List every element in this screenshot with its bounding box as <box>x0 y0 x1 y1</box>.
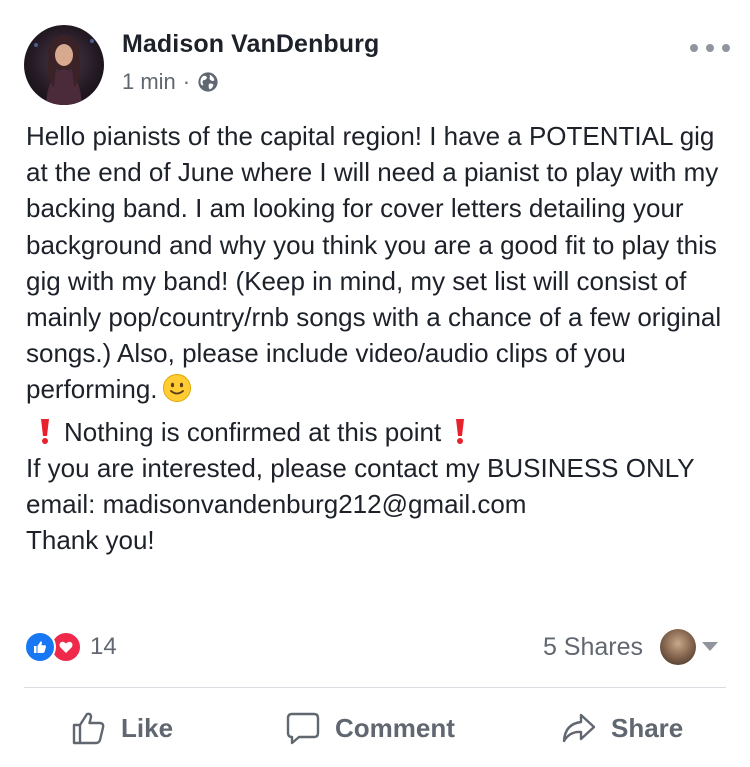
viewer-avatar[interactable] <box>660 629 696 665</box>
comment-icon <box>286 712 320 745</box>
divider <box>24 687 726 688</box>
contact-line: If you are interested, please contact my… <box>26 452 695 520</box>
author-avatar[interactable] <box>24 25 104 105</box>
red-exclamation-icon <box>41 418 49 444</box>
notice-line: Nothing is confirmed at this point <box>26 414 726 450</box>
post-body: Hello pianists of the capital region! I … <box>26 118 726 558</box>
notice-text: Nothing is confirmed at this point <box>64 416 442 447</box>
share-arrow-icon <box>562 713 596 743</box>
post-timestamp[interactable]: 1 min <box>122 69 176 95</box>
comment-label: Comment <box>335 712 455 743</box>
slightly-smiling-face-icon <box>162 374 191 403</box>
meta-separator: · <box>182 69 191 94</box>
share-label: Share <box>611 712 684 743</box>
author-name[interactable]: Madison VanDenburg <box>122 30 379 59</box>
post-paragraph: Hello pianists of the capital region! I … <box>26 118 726 408</box>
like-button[interactable]: Like <box>71 705 173 751</box>
reactions-summary[interactable]: 14 <box>24 631 117 663</box>
like-reaction-icon <box>24 631 56 663</box>
post-paragraph-text: Hello pianists of the capital region! I … <box>26 121 722 405</box>
like-label: Like <box>121 712 174 743</box>
comment-button[interactable]: Comment <box>285 705 455 751</box>
thanks-line: Thank you! <box>26 525 155 556</box>
ellipsis-icon[interactable] <box>690 38 730 58</box>
facebook-post: Madison VanDenburg 1 min · Hello pianist… <box>0 0 750 767</box>
chevron-down-icon[interactable] <box>702 642 718 651</box>
shares-count[interactable]: 5 Shares <box>543 633 643 662</box>
reaction-count: 14 <box>90 633 117 660</box>
thumbs-up-icon <box>72 712 105 745</box>
share-button[interactable]: Share <box>561 705 683 751</box>
red-exclamation-icon <box>456 418 465 444</box>
post-meta: 1 min · <box>122 69 219 95</box>
globe-icon[interactable] <box>197 71 219 93</box>
